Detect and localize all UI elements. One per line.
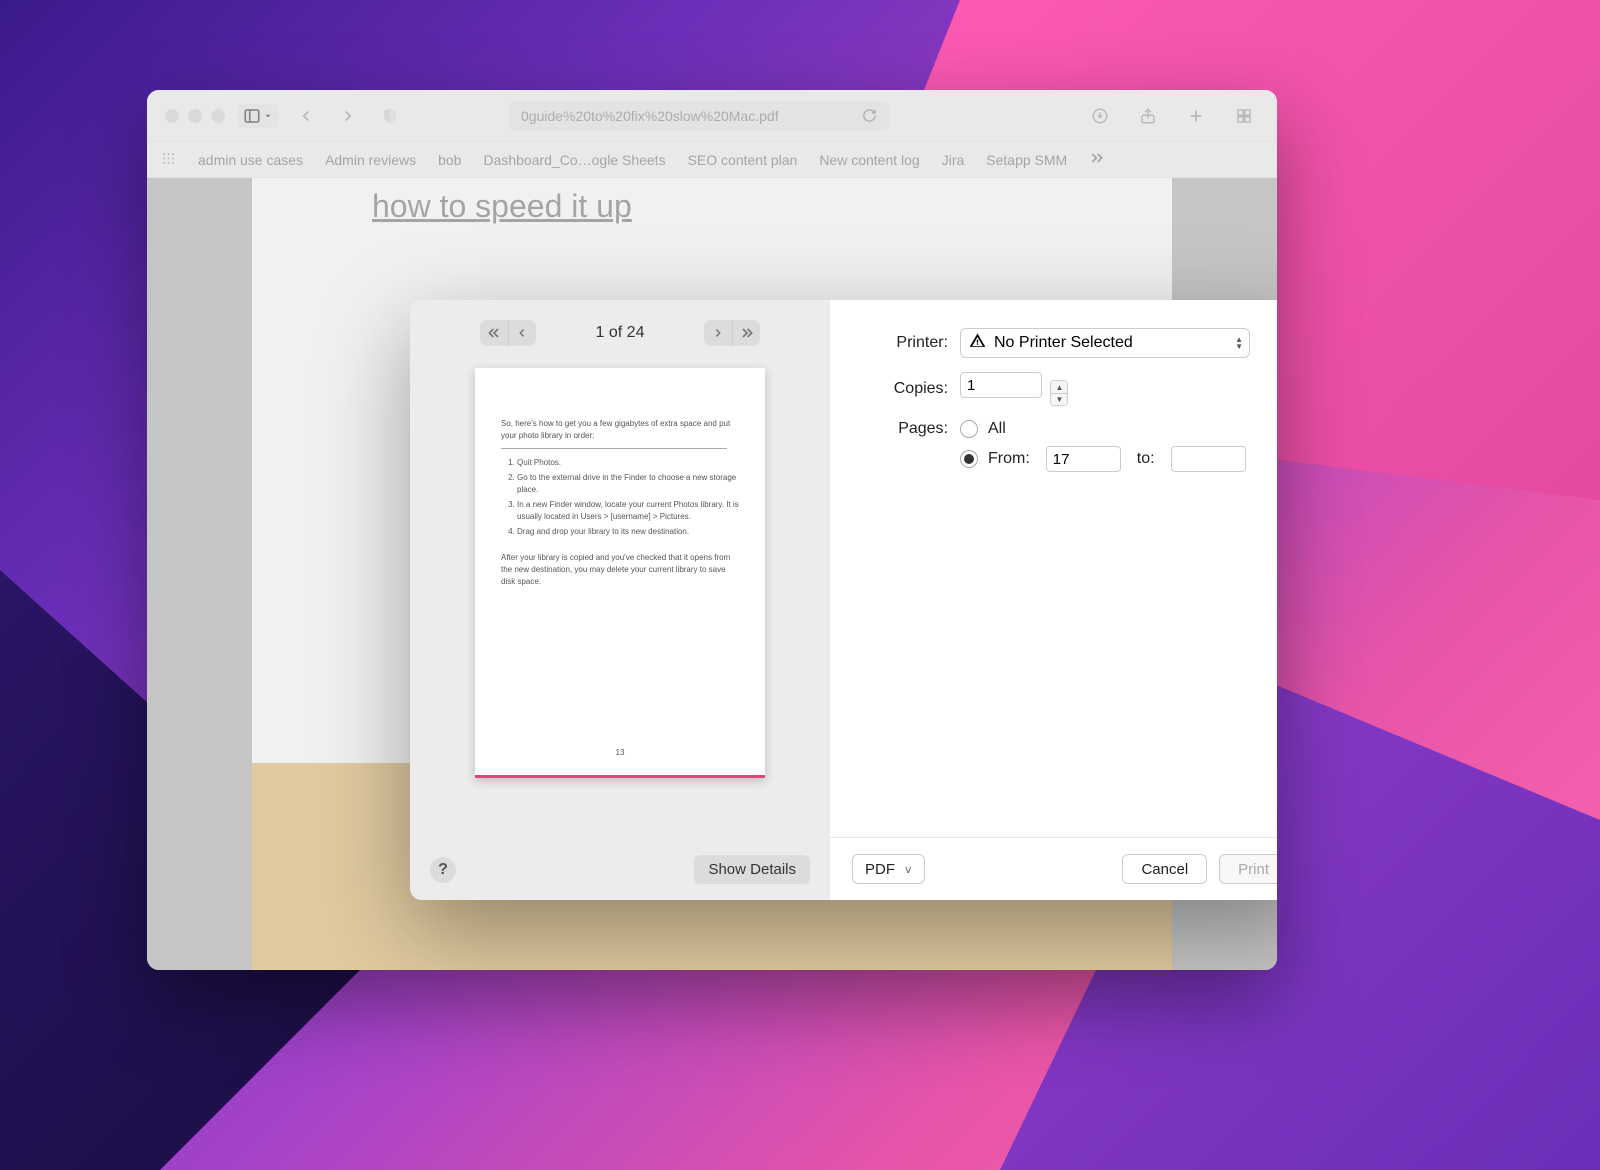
bookmark-item[interactable]: Dashboard_Co…ogle Sheets	[483, 152, 665, 168]
chevron-down-icon: ⅴ	[905, 863, 912, 876]
address-bar[interactable]: 0guide%20to%20fix%20slow%20Mac.pdf	[509, 101, 889, 131]
chevron-left-icon	[297, 107, 315, 125]
downloads-button[interactable]	[1085, 102, 1115, 130]
pages-from-radio[interactable]	[960, 450, 978, 468]
printer-label: Printer:	[840, 334, 960, 352]
pages-from-label: From:	[988, 450, 1030, 468]
favorites-grid-icon[interactable]	[161, 151, 176, 169]
preview-page-number: 13	[475, 747, 765, 759]
new-tab-button[interactable]	[1181, 102, 1211, 130]
tab-overview-button[interactable]	[1229, 102, 1259, 130]
pages-all-label: All	[988, 420, 1006, 438]
plus-icon	[1187, 107, 1205, 125]
pages-from-input[interactable]	[1046, 446, 1121, 472]
bookmark-item[interactable]: Setapp SMM	[986, 152, 1067, 168]
print-button[interactable]: Print	[1219, 854, 1277, 884]
printer-value: No Printer Selected	[994, 334, 1133, 352]
bookmark-item[interactable]: SEO content plan	[688, 152, 798, 168]
pages-to-label: to:	[1137, 450, 1155, 468]
page-counter: 1 of 24	[596, 324, 645, 342]
url-text: 0guide%20to%20fix%20slow%20Mac.pdf	[521, 108, 779, 124]
chevron-down-icon	[263, 111, 273, 121]
close-window-button[interactable]	[165, 109, 179, 123]
pages-all-radio[interactable]	[960, 420, 978, 438]
warning-icon	[969, 332, 986, 354]
sidebar-icon	[243, 107, 261, 125]
pdf-label: PDF	[865, 861, 895, 878]
pages-label: Pages:	[840, 420, 960, 438]
grid-icon	[1235, 107, 1253, 125]
double-chevron-left-icon	[486, 325, 502, 341]
preview-step: Quit Photos.	[517, 457, 739, 469]
pages-to-input[interactable]	[1171, 446, 1246, 472]
preview-step: Go to the external drive in the Finder t…	[517, 472, 739, 496]
help-button[interactable]: ?	[430, 857, 456, 883]
copies-label: Copies:	[840, 380, 960, 398]
select-arrows-icon: ▲▼	[1235, 336, 1243, 350]
first-page-button[interactable]	[480, 320, 508, 346]
prev-page-button[interactable]	[508, 320, 536, 346]
zoom-window-button[interactable]	[211, 109, 225, 123]
download-icon	[1091, 107, 1109, 125]
bookmarks-bar: admin use cases Admin reviews bob Dashbo…	[147, 142, 1277, 178]
window-controls	[165, 109, 225, 123]
cancel-button[interactable]: Cancel	[1122, 854, 1207, 884]
show-details-button[interactable]: Show Details	[694, 855, 810, 884]
reload-icon[interactable]	[862, 108, 877, 123]
preview-step: Drag and drop your library to its new de…	[517, 526, 739, 538]
bookmark-item[interactable]: Admin reviews	[325, 152, 416, 168]
shield-half-icon	[381, 107, 399, 125]
print-preview-panel: 1 of 24 So, here's how to get you a few …	[410, 300, 830, 900]
chevron-right-icon	[711, 326, 725, 340]
page-preview: So, here's how to get you a few gigabyte…	[475, 368, 765, 778]
share-button[interactable]	[1133, 102, 1163, 130]
pdf-dropdown[interactable]: PDF ⅴ	[852, 854, 925, 884]
preview-steps-list: Quit Photos. Go to the external drive in…	[501, 457, 739, 538]
copies-stepper[interactable]: ▲ ▼	[1050, 380, 1068, 406]
chevron-left-icon	[515, 326, 529, 340]
preview-intro-text: So, here's how to get you a few gigabyte…	[501, 418, 739, 442]
preview-next-group	[704, 320, 760, 346]
last-page-button[interactable]	[732, 320, 760, 346]
sidebar-toggle-button[interactable]	[237, 104, 279, 128]
printer-select[interactable]: No Printer Selected ▲▼	[960, 328, 1250, 358]
stepper-up-icon[interactable]: ▲	[1051, 381, 1067, 393]
preview-step: In a new Finder window, locate your curr…	[517, 499, 739, 523]
bookmark-item[interactable]: admin use cases	[198, 152, 303, 168]
next-page-button[interactable]	[704, 320, 732, 346]
browser-toolbar: 0guide%20to%20fix%20slow%20Mac.pdf	[147, 90, 1277, 142]
copies-input[interactable]	[960, 372, 1042, 398]
reader-button[interactable]	[375, 102, 405, 130]
preview-outro-text: After your library is copied and you've …	[501, 552, 739, 588]
print-settings-panel: Printer: No Printer Selected ▲▼ Copies:	[830, 300, 1277, 900]
preview-prev-group	[480, 320, 536, 346]
minimize-window-button[interactable]	[188, 109, 202, 123]
back-button[interactable]	[291, 102, 321, 130]
print-dialog: 1 of 24 So, here's how to get you a few …	[410, 300, 1277, 900]
safari-window: 0guide%20to%20fix%20slow%20Mac.pdf admin…	[147, 90, 1277, 970]
stepper-down-icon[interactable]: ▼	[1051, 393, 1067, 405]
share-icon	[1139, 107, 1157, 125]
bookmark-item[interactable]: New content log	[819, 152, 919, 168]
forward-button[interactable]	[333, 102, 363, 130]
bookmark-item[interactable]: Jira	[942, 152, 965, 168]
document-heading: how to speed it up	[252, 182, 1172, 243]
bookmark-item[interactable]: bob	[438, 152, 461, 168]
chevron-right-icon	[339, 107, 357, 125]
bookmarks-overflow-icon[interactable]	[1089, 150, 1105, 169]
double-chevron-right-icon	[739, 325, 755, 341]
